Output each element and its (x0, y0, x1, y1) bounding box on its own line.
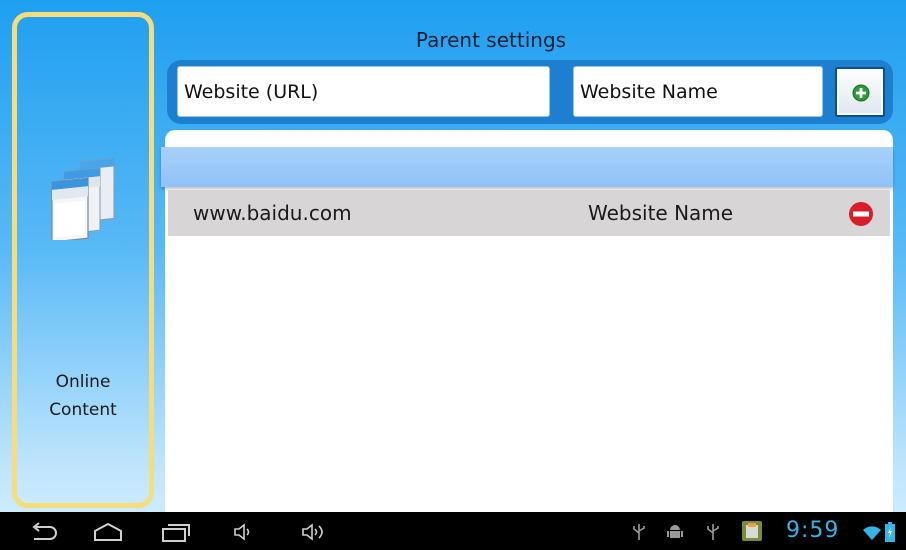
app-notification-icon (742, 521, 762, 541)
list-item-url: www.baidu.com (193, 201, 352, 225)
add-website-button[interactable] (835, 67, 885, 117)
sidebar-label-line1: Online (55, 372, 111, 392)
android-debug-icon (667, 525, 683, 538)
volume-up-icon[interactable] (300, 521, 330, 543)
add-icon (852, 84, 870, 102)
usb-icon (633, 524, 645, 540)
back-icon[interactable] (28, 521, 58, 543)
add-website-bar: Website (URL) Website Name (167, 60, 893, 124)
website-list-panel (165, 130, 893, 512)
sidebar-online-content[interactable]: Online Content (12, 12, 154, 508)
recent-apps-icon[interactable] (160, 521, 192, 543)
remove-icon[interactable] (848, 201, 874, 227)
wifi-icon (863, 526, 881, 540)
list-item-name: Website Name (588, 201, 734, 225)
browser-windows-icon (51, 157, 115, 240)
website-name-input[interactable]: Website Name (573, 66, 823, 117)
website-url-input[interactable]: Website (URL) (177, 66, 550, 117)
list-header-bar (161, 147, 893, 187)
system-navigation-bar: 9:59 (0, 512, 906, 550)
clock: 9:59 (786, 518, 840, 543)
volume-down-icon[interactable] (232, 521, 254, 543)
home-icon[interactable] (92, 521, 124, 543)
sidebar-label-line2: Content (49, 400, 117, 420)
page-title: Parent settings (415, 28, 567, 52)
list-item[interactable]: www.baidu.com Website Name (168, 190, 890, 236)
battery-icon (885, 522, 895, 542)
usb-icon (707, 524, 719, 540)
